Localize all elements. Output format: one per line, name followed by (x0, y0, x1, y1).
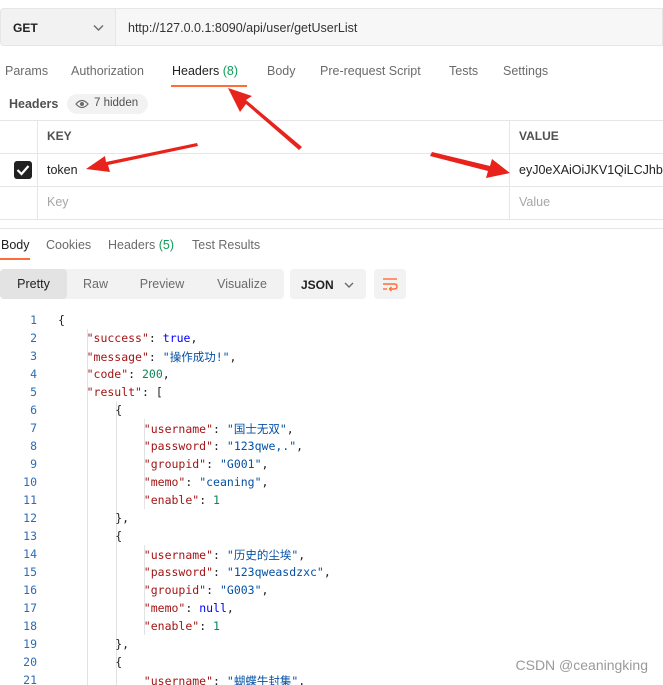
annotation-arrow (228, 88, 302, 150)
annotation-arrows (86, 88, 510, 178)
annotation-arrow (430, 152, 510, 178)
annotation-arrow (86, 143, 198, 172)
